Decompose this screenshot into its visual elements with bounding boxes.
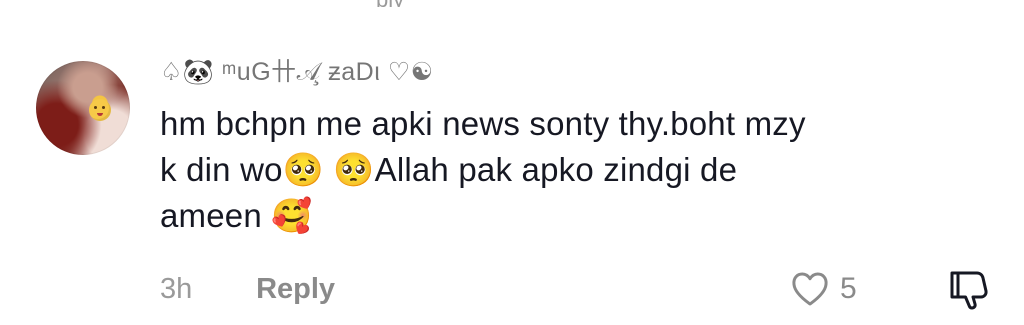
comment-text-line: hm bchpn me apki news sonty thy.boht mzy — [160, 105, 806, 142]
comment-text-line: ameen 🥰 — [160, 197, 313, 234]
heart-outline-icon[interactable] — [790, 270, 830, 308]
comment-item: ♤🐼 ᵐuG卄𝒜̧ ƶaDι ♡☯ hm bchpn me apki news … — [0, 0, 1024, 325]
like-control[interactable]: 5 — [790, 268, 857, 310]
comment-text-line: k din wo🥺 🥺Allah pak apko zindgi de — [160, 151, 738, 188]
comment-text: hm bchpn me apki news sonty thy.boht mzy… — [160, 101, 980, 239]
thumbs-down-outline-icon[interactable] — [946, 266, 992, 312]
comment-meta: 3h Reply — [160, 269, 335, 309]
avatar[interactable] — [36, 61, 130, 155]
like-count: 5 — [840, 272, 857, 305]
comment-time: 3h — [160, 273, 193, 305]
comment-username[interactable]: ♤🐼 ᵐuG卄𝒜̧ ƶaDι ♡☯ — [160, 55, 434, 89]
reply-button[interactable]: Reply — [256, 269, 335, 309]
kissing-face-icon — [89, 99, 111, 121]
